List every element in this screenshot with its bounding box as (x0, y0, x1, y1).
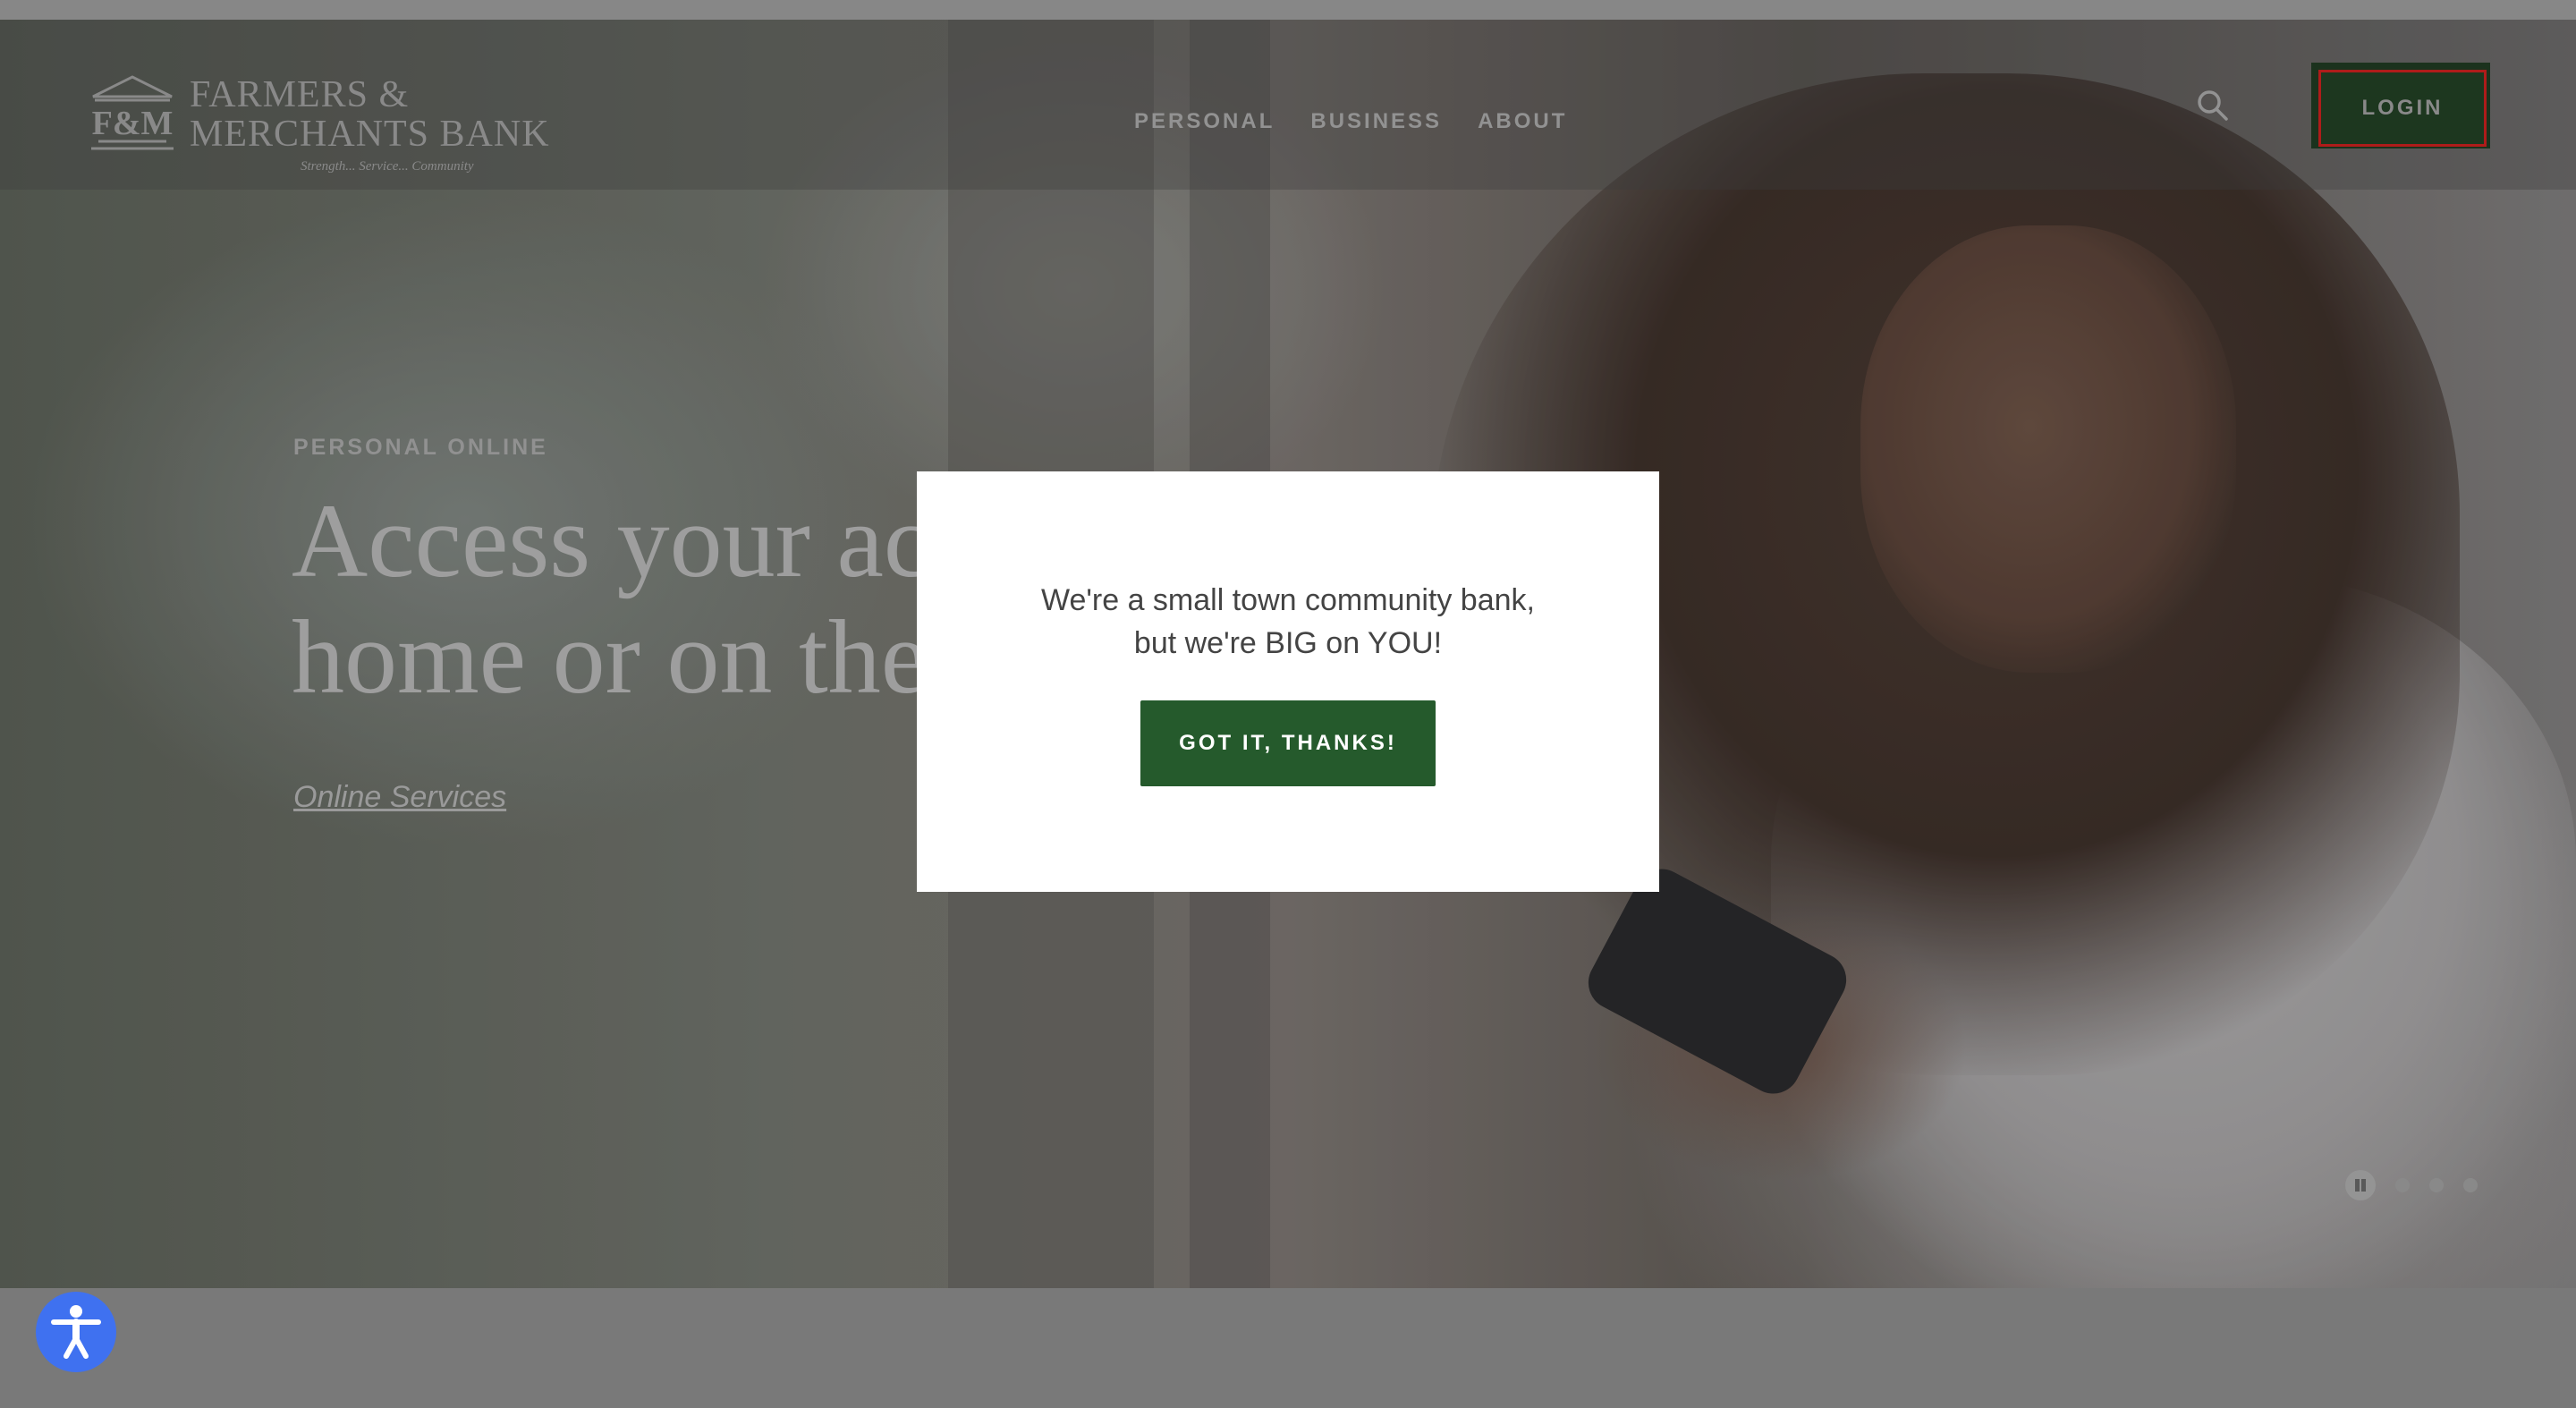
carousel-dot-2[interactable] (2429, 1178, 2444, 1192)
search-icon[interactable] (2195, 88, 2231, 123)
carousel-dot-1[interactable] (2395, 1178, 2410, 1192)
hero-eyebrow: PERSONAL ONLINE (293, 435, 548, 460)
site-header: F&M FARMERS & MERCHANTS BANK Strength...… (0, 20, 2576, 190)
carousel-controls (2345, 1170, 2478, 1200)
nav-business[interactable]: BUSINESS (1310, 109, 1442, 134)
browser-top-strip (0, 0, 2576, 21)
main-nav: PERSONAL BUSINESS ABOUT (1134, 109, 1567, 134)
modal-message: We're a small town community bank, but w… (917, 579, 1659, 665)
got-it-button[interactable]: GOT IT, THANKS! (1140, 700, 1436, 786)
pause-icon[interactable] (2345, 1170, 2376, 1200)
welcome-modal: We're a small town community bank, but w… (917, 471, 1659, 892)
accessibility-button[interactable] (36, 1292, 116, 1372)
logo-tagline: Strength... Service... Community (301, 159, 474, 174)
bank-logo[interactable]: F&M FARMERS & MERCHANTS BANK Strength...… (86, 70, 549, 177)
nav-about[interactable]: ABOUT (1478, 109, 1567, 134)
logo-mark-text: F&M (92, 105, 174, 142)
accessibility-icon (51, 1305, 101, 1359)
online-services-link[interactable]: Online Services (293, 780, 506, 815)
logo-name-line2: MERCHANTS BANK (190, 114, 550, 155)
bank-building-logo-icon: F&M (91, 75, 174, 150)
login-button[interactable]: LOGIN (2318, 70, 2487, 147)
modal-message-line2: but we're BIG on YOU! (1133, 626, 1443, 660)
nav-personal[interactable]: PERSONAL (1134, 109, 1275, 134)
hero-photo-face (1860, 225, 2236, 673)
modal-message-line1: We're a small town community bank, (1041, 583, 1535, 617)
logo-name-line1: FARMERS & (190, 74, 410, 115)
carousel-dot-3[interactable] (2463, 1178, 2478, 1192)
